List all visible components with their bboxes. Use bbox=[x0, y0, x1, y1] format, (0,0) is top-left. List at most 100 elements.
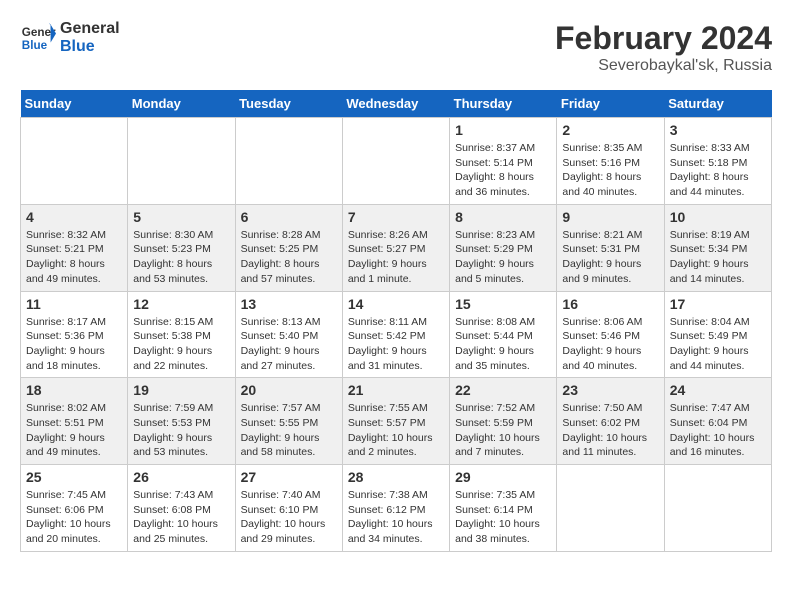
calendar-cell: 5Sunrise: 8:30 AM Sunset: 5:23 PM Daylig… bbox=[128, 204, 235, 291]
day-number: 4 bbox=[26, 209, 122, 225]
calendar-cell: 12 Sunrise: 8:15 AM Sunset: 5:38 PM Dayli… bbox=[128, 291, 235, 378]
day-info: Sunrise: 7:52 AM Sunset: 5:59 PM Dayligh… bbox=[455, 401, 551, 460]
weekday-header-tuesday: Tuesday bbox=[235, 90, 342, 118]
day-info: Sunrise: 8:15 AM Sunset: 5:38 PM Dayligh… bbox=[133, 315, 229, 374]
weekday-header-sunday: Sunday bbox=[21, 90, 128, 118]
calendar-cell bbox=[235, 118, 342, 205]
calendar-cell: 17 Sunrise: 8:04 AM Sunset: 5:49 PM Dayli… bbox=[664, 291, 771, 378]
day-number: 1 bbox=[455, 122, 551, 138]
calendar-week-row: 25 Sunrise: 7:45 AM Sunset: 6:06 PM Dayli… bbox=[21, 465, 772, 552]
weekday-header-thursday: Thursday bbox=[450, 90, 557, 118]
day-info: Sunrise: 8:23 AM Sunset: 5:29 PM Dayligh… bbox=[455, 228, 551, 287]
day-info: Sunrise: 8:06 AM Sunset: 5:46 PM Dayligh… bbox=[562, 315, 658, 374]
location-subtitle: Severobaykal'sk, Russia bbox=[555, 57, 772, 75]
day-number: 22 bbox=[455, 382, 551, 398]
calendar-cell: 28 Sunrise: 7:38 AM Sunset: 6:12 PM Dayli… bbox=[342, 465, 449, 552]
calendar-cell: 23 Sunrise: 7:50 AM Sunset: 6:02 PM Dayli… bbox=[557, 378, 664, 465]
calendar-cell: 10 Sunrise: 8:19 AM Sunset: 5:34 PM Dayli… bbox=[664, 204, 771, 291]
day-number: 12 bbox=[133, 296, 229, 312]
day-number: 3 bbox=[670, 122, 766, 138]
svg-text:Blue: Blue bbox=[22, 39, 48, 52]
day-info: Sunrise: 7:59 AM Sunset: 5:53 PM Dayligh… bbox=[133, 401, 229, 460]
day-info: Sunrise: 7:47 AM Sunset: 6:04 PM Dayligh… bbox=[670, 401, 766, 460]
day-info: Sunrise: 7:57 AM Sunset: 5:55 PM Dayligh… bbox=[241, 401, 337, 460]
title-block: February 2024 Severobaykal'sk, Russia bbox=[555, 20, 772, 75]
day-info: Sunrise: 8:13 AM Sunset: 5:40 PM Dayligh… bbox=[241, 315, 337, 374]
day-number: 7 bbox=[348, 209, 444, 225]
day-number: 8 bbox=[455, 209, 551, 225]
month-year-title: February 2024 bbox=[555, 20, 772, 57]
day-number: 21 bbox=[348, 382, 444, 398]
weekday-header-saturday: Saturday bbox=[664, 90, 771, 118]
calendar-cell: 21 Sunrise: 7:55 AM Sunset: 5:57 PM Dayli… bbox=[342, 378, 449, 465]
day-number: 6 bbox=[241, 209, 337, 225]
day-number: 20 bbox=[241, 382, 337, 398]
day-info: Sunrise: 8:04 AM Sunset: 5:49 PM Dayligh… bbox=[670, 315, 766, 374]
day-number: 13 bbox=[241, 296, 337, 312]
day-number: 18 bbox=[26, 382, 122, 398]
calendar-cell: 1 Sunrise: 8:37 AM Sunset: 5:14 PM Daylig… bbox=[450, 118, 557, 205]
calendar-cell: 25 Sunrise: 7:45 AM Sunset: 6:06 PM Dayli… bbox=[21, 465, 128, 552]
day-number: 16 bbox=[562, 296, 658, 312]
day-number: 29 bbox=[455, 469, 551, 485]
calendar-cell: 27 Sunrise: 7:40 AM Sunset: 6:10 PM Dayli… bbox=[235, 465, 342, 552]
logo-blue-text: Blue bbox=[60, 38, 120, 56]
day-info: Sunrise: 8:37 AM Sunset: 5:14 PM Dayligh… bbox=[455, 141, 551, 200]
calendar-table: SundayMondayTuesdayWednesdayThursdayFrid… bbox=[20, 90, 772, 552]
day-number: 17 bbox=[670, 296, 766, 312]
calendar-cell bbox=[557, 465, 664, 552]
day-number: 15 bbox=[455, 296, 551, 312]
day-info: Sunrise: 8:02 AM Sunset: 5:51 PM Dayligh… bbox=[26, 401, 122, 460]
day-number: 24 bbox=[670, 382, 766, 398]
day-number: 2 bbox=[562, 122, 658, 138]
calendar-cell: 9 Sunrise: 8:21 AM Sunset: 5:31 PM Daylig… bbox=[557, 204, 664, 291]
calendar-cell: 13 Sunrise: 8:13 AM Sunset: 5:40 PM Dayli… bbox=[235, 291, 342, 378]
day-number: 10 bbox=[670, 209, 766, 225]
calendar-cell: 3 Sunrise: 8:33 AM Sunset: 5:18 PM Daylig… bbox=[664, 118, 771, 205]
calendar-week-row: 11 Sunrise: 8:17 AM Sunset: 5:36 PM Dayli… bbox=[21, 291, 772, 378]
calendar-cell: 2Sunrise: 8:35 AM Sunset: 5:16 PM Daylig… bbox=[557, 118, 664, 205]
day-info: Sunrise: 8:11 AM Sunset: 5:42 PM Dayligh… bbox=[348, 315, 444, 374]
day-number: 11 bbox=[26, 296, 122, 312]
calendar-cell: 7 Sunrise: 8:26 AM Sunset: 5:27 PM Daylig… bbox=[342, 204, 449, 291]
calendar-cell bbox=[128, 118, 235, 205]
day-number: 27 bbox=[241, 469, 337, 485]
calendar-cell bbox=[342, 118, 449, 205]
day-info: Sunrise: 8:33 AM Sunset: 5:18 PM Dayligh… bbox=[670, 141, 766, 200]
calendar-cell bbox=[664, 465, 771, 552]
weekday-header-wednesday: Wednesday bbox=[342, 90, 449, 118]
calendar-cell bbox=[21, 118, 128, 205]
day-info: Sunrise: 7:38 AM Sunset: 6:12 PM Dayligh… bbox=[348, 488, 444, 547]
day-info: Sunrise: 8:21 AM Sunset: 5:31 PM Dayligh… bbox=[562, 228, 658, 287]
day-info: Sunrise: 8:26 AM Sunset: 5:27 PM Dayligh… bbox=[348, 228, 444, 287]
calendar-cell: 18 Sunrise: 8:02 AM Sunset: 5:51 PM Dayli… bbox=[21, 378, 128, 465]
page-header: General Blue General Blue February 2024 … bbox=[20, 20, 772, 75]
calendar-cell: 14Sunrise: 8:11 AM Sunset: 5:42 PM Dayli… bbox=[342, 291, 449, 378]
day-info: Sunrise: 8:19 AM Sunset: 5:34 PM Dayligh… bbox=[670, 228, 766, 287]
weekday-header-monday: Monday bbox=[128, 90, 235, 118]
day-info: Sunrise: 8:32 AM Sunset: 5:21 PM Dayligh… bbox=[26, 228, 122, 287]
calendar-week-row: 4 Sunrise: 8:32 AM Sunset: 5:21 PM Daylig… bbox=[21, 204, 772, 291]
calendar-cell: 16 Sunrise: 8:06 AM Sunset: 5:46 PM Dayli… bbox=[557, 291, 664, 378]
day-info: Sunrise: 7:43 AM Sunset: 6:08 PM Dayligh… bbox=[133, 488, 229, 547]
day-info: Sunrise: 8:17 AM Sunset: 5:36 PM Dayligh… bbox=[26, 315, 122, 374]
calendar-cell: 4 Sunrise: 8:32 AM Sunset: 5:21 PM Daylig… bbox=[21, 204, 128, 291]
day-number: 9 bbox=[562, 209, 658, 225]
day-number: 5 bbox=[133, 209, 229, 225]
logo-general-text: General bbox=[60, 20, 120, 38]
day-info: Sunrise: 7:45 AM Sunset: 6:06 PM Dayligh… bbox=[26, 488, 122, 547]
day-info: Sunrise: 8:28 AM Sunset: 5:25 PM Dayligh… bbox=[241, 228, 337, 287]
calendar-cell: 15Sunrise: 8:08 AM Sunset: 5:44 PM Dayli… bbox=[450, 291, 557, 378]
day-info: Sunrise: 7:55 AM Sunset: 5:57 PM Dayligh… bbox=[348, 401, 444, 460]
day-number: 19 bbox=[133, 382, 229, 398]
day-info: Sunrise: 7:40 AM Sunset: 6:10 PM Dayligh… bbox=[241, 488, 337, 547]
weekday-header-friday: Friday bbox=[557, 90, 664, 118]
calendar-cell: 24 Sunrise: 7:47 AM Sunset: 6:04 PM Dayli… bbox=[664, 378, 771, 465]
logo: General Blue General Blue bbox=[20, 20, 120, 56]
day-number: 28 bbox=[348, 469, 444, 485]
day-number: 25 bbox=[26, 469, 122, 485]
day-number: 23 bbox=[562, 382, 658, 398]
calendar-cell: 22 Sunrise: 7:52 AM Sunset: 5:59 PM Dayli… bbox=[450, 378, 557, 465]
calendar-cell: 29Sunrise: 7:35 AM Sunset: 6:14 PM Dayli… bbox=[450, 465, 557, 552]
day-info: Sunrise: 7:50 AM Sunset: 6:02 PM Dayligh… bbox=[562, 401, 658, 460]
